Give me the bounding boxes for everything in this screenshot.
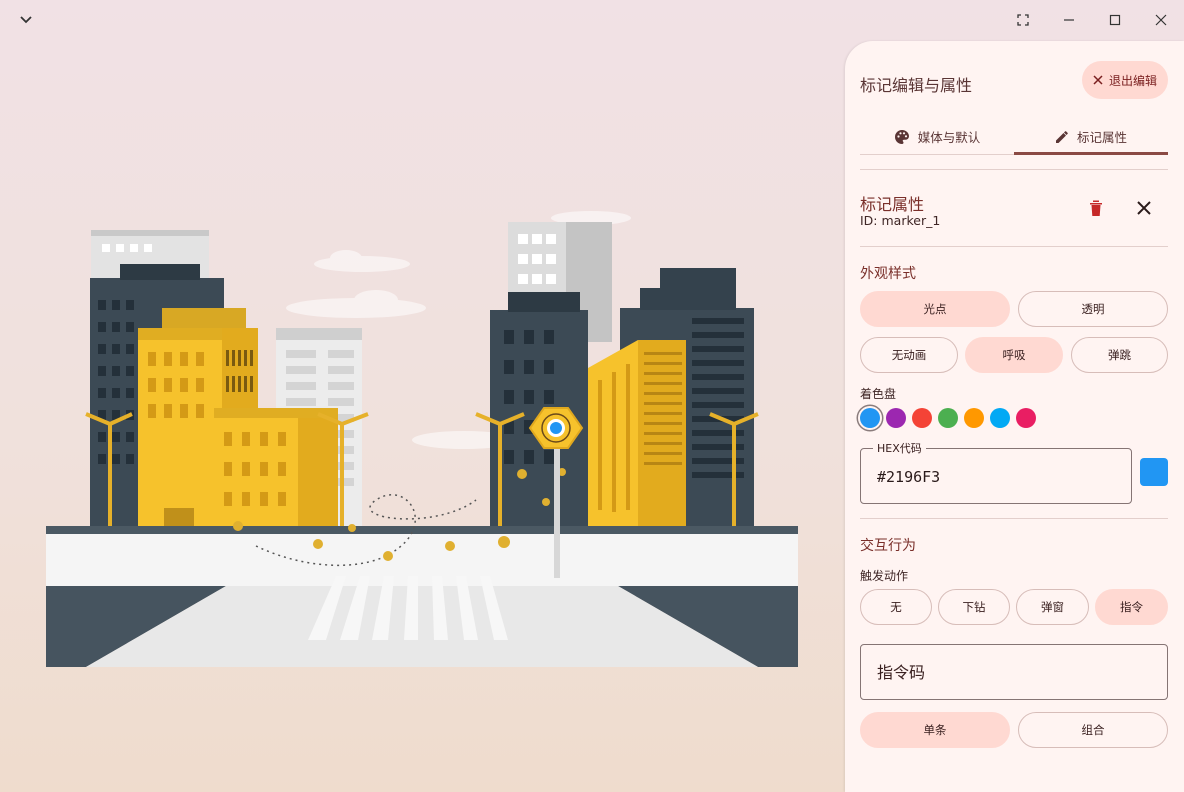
color-swatch[interactable]	[912, 408, 932, 428]
anim-bounce-button[interactable]: 弹跳	[1071, 337, 1168, 373]
tab-marker-props-label: 标记属性	[1076, 130, 1127, 145]
color-swatch[interactable]	[938, 408, 958, 428]
tab-bar: 媒体与默认 标记属性	[860, 119, 1168, 155]
maximize-icon[interactable]	[1092, 0, 1138, 40]
trigger-none-button[interactable]: 无	[860, 589, 932, 625]
exit-edit-label: 退出编辑	[1108, 73, 1157, 88]
divider	[860, 246, 1168, 247]
color-preview[interactable]	[1140, 458, 1168, 486]
close-marker-icon[interactable]	[1130, 194, 1158, 222]
interaction-title: 交互行为	[860, 538, 916, 554]
building-yellow-right	[588, 340, 686, 528]
marker-heading: 标记属性	[860, 195, 925, 214]
tab-media-default-label: 媒体与默认	[917, 130, 981, 145]
hex-label: HEX代码	[873, 440, 926, 456]
mode-single-button[interactable]: 单条	[860, 712, 1010, 748]
divider	[860, 518, 1168, 519]
command-input[interactable]	[861, 645, 1167, 699]
close-icon[interactable]	[1138, 0, 1184, 40]
mode-combo-button[interactable]: 组合	[1018, 712, 1168, 748]
color-palette	[860, 408, 1036, 428]
anim-none-button[interactable]: 无动画	[860, 337, 958, 373]
fullscreen-icon[interactable]	[1000, 0, 1046, 40]
scene-canvas[interactable]	[46, 200, 798, 667]
pencil-icon	[1055, 130, 1068, 143]
palette-label: 着色盘	[860, 387, 897, 401]
tab-marker-props[interactable]: 标记属性	[1014, 119, 1168, 155]
anim-breathe-button[interactable]: 呼吸	[965, 337, 1063, 373]
color-swatch[interactable]	[860, 408, 880, 428]
trigger-label: 触发动作	[860, 569, 909, 583]
hex-value: #2196F3	[877, 468, 941, 486]
hex-field[interactable]: HEX代码 #2196F3	[860, 440, 1132, 504]
color-swatch[interactable]	[964, 408, 984, 428]
appearance-title: 外观样式	[860, 266, 916, 282]
color-swatch[interactable]	[990, 408, 1010, 428]
marker-editor-panel: 标记编辑与属性 退出编辑 媒体与默认 标记属性 标记属性 ID: marker_…	[845, 41, 1184, 792]
delete-icon[interactable]	[1082, 194, 1110, 222]
road-far	[46, 534, 798, 586]
style-transparent-button[interactable]: 透明	[1018, 291, 1168, 327]
chevron-down-icon[interactable]	[16, 10, 36, 30]
minimize-icon[interactable]	[1046, 0, 1092, 40]
color-swatch[interactable]	[886, 408, 906, 428]
marker-id: ID: marker_1	[860, 213, 941, 228]
window-controls	[1000, 0, 1184, 40]
color-swatch[interactable]	[1016, 408, 1036, 428]
exit-edit-button[interactable]: 退出编辑	[1082, 61, 1168, 99]
trigger-popup-button[interactable]: 弹窗	[1016, 589, 1089, 625]
panel-title: 标记编辑与属性	[860, 76, 973, 95]
style-glow-button[interactable]: 光点	[860, 291, 1010, 327]
trigger-drill-button[interactable]: 下钻	[938, 589, 1010, 625]
divider	[860, 169, 1168, 170]
sidewalk-edge	[46, 526, 798, 534]
palette-icon	[894, 129, 909, 144]
sign-pole	[554, 428, 560, 578]
trigger-command-button[interactable]: 指令	[1095, 589, 1168, 625]
command-field[interactable]	[860, 644, 1168, 700]
close-icon	[1093, 75, 1103, 85]
tab-media-default[interactable]: 媒体与默认	[860, 119, 1014, 154]
